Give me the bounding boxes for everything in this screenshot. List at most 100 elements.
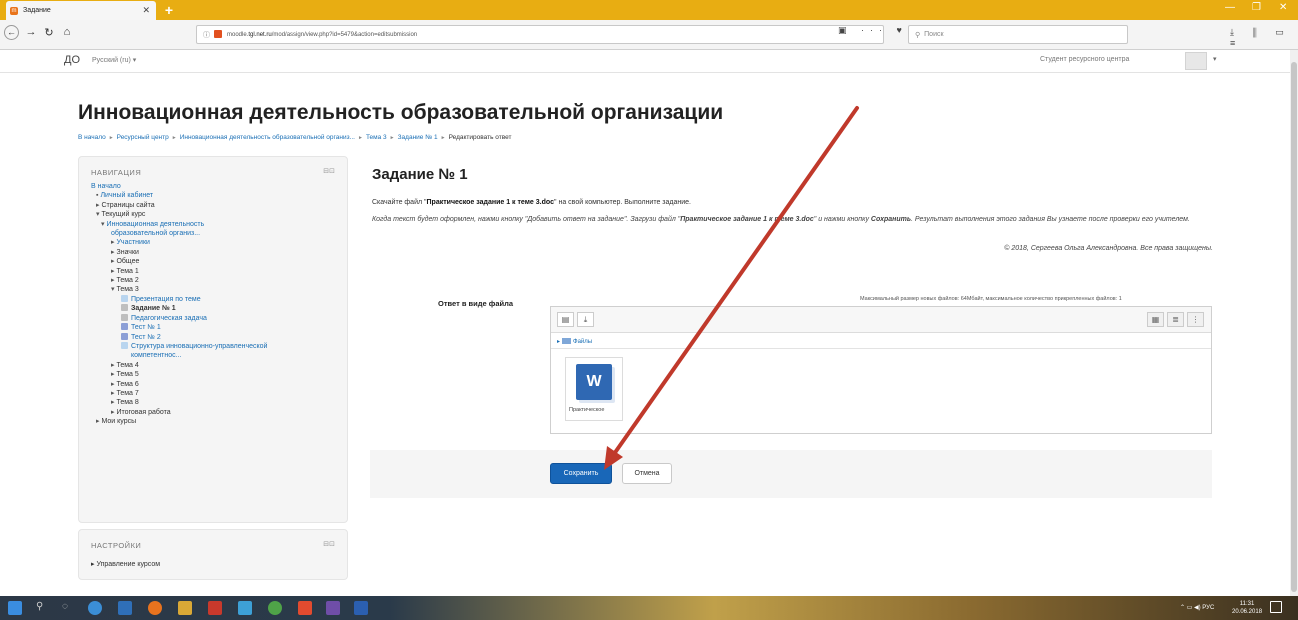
nav-item-label: образовательной организ... [111, 230, 201, 238]
intro-text: Скачайте файл " [372, 199, 427, 206]
back-icon[interactable]: ← [4, 25, 19, 40]
info-icon[interactable]: ⓘ [203, 30, 210, 40]
nav-item[interactable]: ▸ Участники [91, 238, 341, 247]
navigation-block: НАВИГАЦИЯ ⊟⊡ В начало ▪ Личный кабинет ▸ С… [78, 156, 348, 523]
view-tree-icon[interactable]: ⋮ [1187, 312, 1204, 327]
url-prefix: moodle. [227, 31, 249, 38]
assignment-intro: Скачайте файл "Практическое задание 1 к … [372, 199, 691, 206]
browser-tab-bar: m Задание ✕ + — ❐ ✕ [0, 0, 1298, 20]
cancel-button[interactable]: Отмена [622, 463, 672, 484]
edge-icon[interactable] [88, 601, 102, 615]
close-tab-icon[interactable]: ✕ [142, 5, 150, 16]
nav-item[interactable]: ▸ Тема 1 [91, 267, 341, 276]
file-name[interactable]: Практическое [569, 407, 604, 413]
reload-icon[interactable]: ↻ [42, 26, 56, 39]
nav-item-label: Педагогическая задача [131, 314, 207, 322]
nav-item-label: Структура инновационно-управленческой [131, 342, 268, 350]
nav-item-label: компетентнос... [131, 352, 182, 360]
url-bar[interactable]: ⓘ moodle. tgl.net.ru/mod/assign/view.php?… [196, 25, 884, 44]
view-icons-icon[interactable]: ▦ [1147, 312, 1164, 327]
app-icon-2[interactable] [238, 601, 252, 615]
nav-item[interactable]: Презентация по теме [91, 294, 341, 304]
minimize-icon[interactable]: — [1225, 2, 1235, 13]
notifications-icon[interactable] [1270, 601, 1282, 613]
task-view-icon[interactable]: ◌ [62, 601, 76, 615]
forward-icon[interactable]: → [24, 26, 38, 38]
quiz-icon [121, 323, 128, 331]
clock[interactable]: 11:31 20.06.2018 [1232, 600, 1262, 616]
nav-item[interactable]: ▸ Тема 7 [91, 389, 341, 398]
breadcrumb-separator-icon: ► [357, 135, 363, 141]
word-icon[interactable] [354, 601, 368, 615]
breadcrumb-item[interactable]: Ресурсный центр [117, 134, 169, 141]
file-path[interactable]: ▸ Файлы [557, 338, 592, 345]
nav-item[interactable]: Тест № 2 [91, 332, 341, 342]
scrollbar-thumb[interactable] [1291, 62, 1297, 592]
nav-item[interactable]: ▾ Тема 3 [91, 285, 341, 294]
url-host: tgl.net.ru [248, 31, 272, 38]
nav-item[interactable]: ▸ Итоговая работа [91, 408, 341, 417]
pdf-icon[interactable] [208, 601, 222, 615]
site-brand[interactable]: ДО [64, 54, 80, 66]
view-details-icon[interactable]: ≣ [1167, 312, 1184, 327]
doc-icon [121, 294, 128, 302]
breadcrumb-item[interactable]: Задание № 1 [398, 134, 438, 141]
firefox-icon[interactable] [148, 601, 162, 615]
home-icon[interactable]: ⌂ [60, 26, 74, 38]
nav-item[interactable]: образовательной организ... [91, 229, 341, 238]
page-scrollbar[interactable] [1290, 50, 1298, 596]
block-controls-icon[interactable]: ⊟⊡ [323, 167, 335, 175]
settings-item-course-admin[interactable]: ▸ Управление курсом [91, 560, 160, 568]
file-area[interactable]: W Практическое [551, 348, 1211, 434]
windows-taskbar: ⚲ ◌ ⌃ ▭ ◀) РУС 11:31 20.06.2018 [0, 596, 1298, 620]
page-title: Инновационная деятельность образовательн… [78, 101, 724, 124]
start-icon[interactable] [8, 601, 22, 615]
nav-item[interactable]: ▸ Общее [91, 257, 341, 266]
language-menu[interactable]: Русский ‎(ru)‎ ▾ [92, 56, 136, 64]
nav-item-label: Личный кабинет [100, 192, 154, 200]
save-button[interactable]: Сохранить [550, 463, 612, 484]
nav-item[interactable]: ▸ Мои курсы [91, 417, 341, 426]
breadcrumb-item[interactable]: Тема 3 [366, 134, 387, 141]
app-icon-4[interactable] [298, 601, 312, 615]
nav-item[interactable]: ▾ Текущий курс [91, 210, 341, 219]
intro-file-name: Практическое задание 1 к теме 3.doc [426, 199, 555, 206]
nav-item[interactable]: Структура инновационно-управленческой [91, 341, 341, 351]
nav-item[interactable]: ▸ Тема 6 [91, 380, 341, 389]
nav-item[interactable]: ▸ Страницы сайта [91, 201, 341, 210]
nav-item[interactable]: Педагогическая задача [91, 313, 341, 323]
breadcrumb-item[interactable]: В начало [78, 134, 106, 141]
maximize-icon[interactable]: ❐ [1252, 2, 1261, 13]
add-file-icon[interactable]: ▤ [557, 312, 574, 327]
nav-item[interactable]: ▪ Личный кабинет [91, 191, 341, 200]
new-tab-button[interactable]: + [161, 1, 177, 18]
file-manager-toolbar: ▤ ⤓ ▦ ≣ ⋮ [551, 307, 1211, 333]
nav-item[interactable]: ▸ Тема 8 [91, 398, 341, 407]
search-input[interactable]: ⚲ Поиск [908, 25, 1128, 44]
nav-item[interactable]: ▾ Инновационная деятельность [91, 220, 341, 229]
toolbar-icons[interactable]: ⤓ ⫼ ▭ ≡ [1230, 27, 1298, 48]
breadcrumb-item[interactable]: Инновационная деятельность образовательн… [180, 134, 355, 141]
nav-item[interactable]: ▸ Тема 2 [91, 276, 341, 285]
browser-tab[interactable]: m Задание ✕ [6, 1, 156, 20]
nav-item[interactable]: ▸ Тема 5 [91, 370, 341, 379]
app-icon-5[interactable] [326, 601, 340, 615]
user-name[interactable]: Студент ресурсного центра [1040, 56, 1129, 63]
app-icon[interactable] [118, 601, 132, 615]
nav-item-label: Текущий курс [101, 211, 146, 219]
close-window-icon[interactable]: ✕ [1279, 2, 1287, 13]
nav-item[interactable]: В начало [91, 182, 341, 191]
explorer-icon[interactable] [178, 601, 192, 615]
nav-item[interactable]: Тест № 1 [91, 323, 341, 332]
search-icon[interactable]: ⚲ [36, 601, 50, 615]
app-icon-3[interactable] [268, 601, 282, 615]
download-icon[interactable]: ⤓ [577, 312, 594, 327]
avatar[interactable] [1185, 52, 1207, 70]
user-menu-caret-icon[interactable]: ▾ [1213, 55, 1217, 63]
block-controls-icon[interactable]: ⊟⊡ [323, 540, 335, 548]
system-tray[interactable]: ⌃ ▭ ◀) РУС [1180, 604, 1214, 611]
nav-item[interactable]: Задание № 1 [91, 304, 341, 313]
nav-item[interactable]: компетентнос... [91, 351, 341, 360]
nav-item[interactable]: ▸ Тема 4 [91, 361, 341, 370]
nav-item[interactable]: ▸ Значки [91, 248, 341, 257]
